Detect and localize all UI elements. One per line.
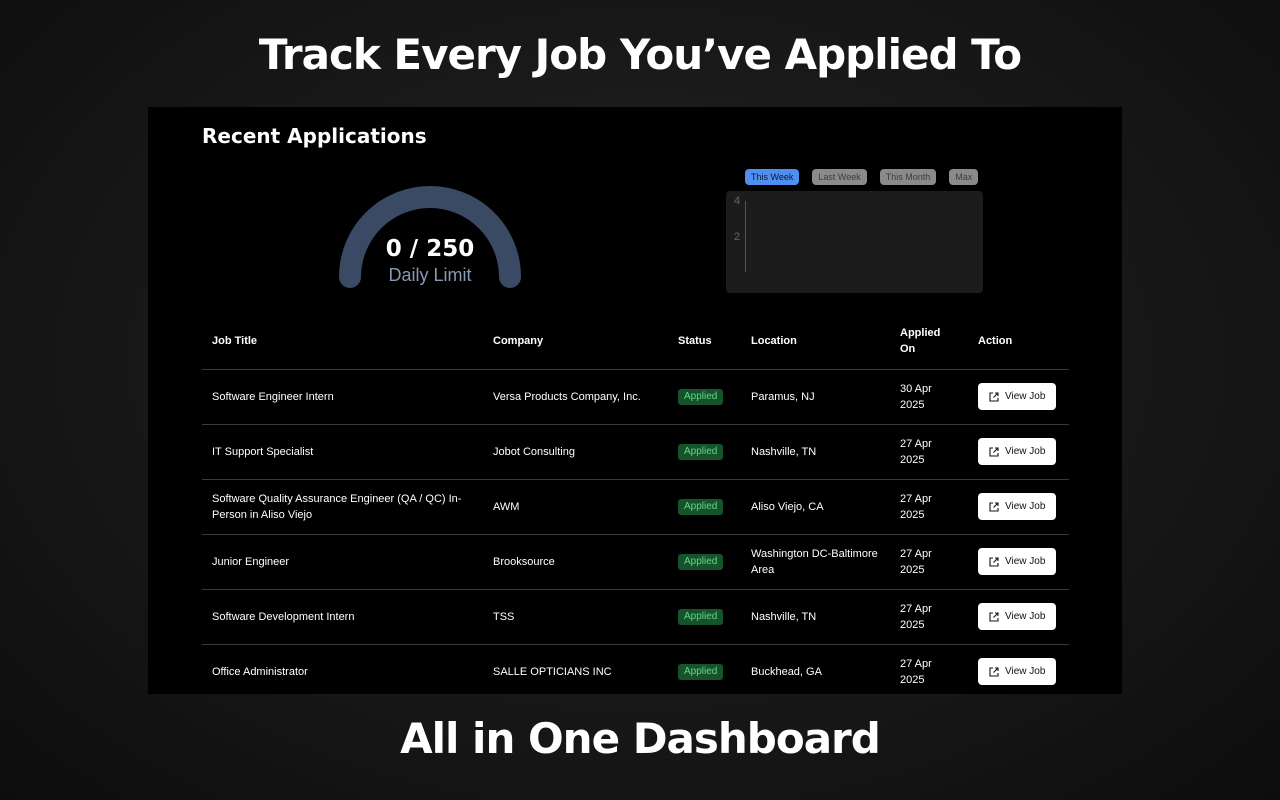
external-link-icon [989,501,999,512]
status-badge: Applied [678,554,724,570]
view-job-button[interactable]: View Job [978,603,1057,630]
tab-max[interactable]: Max [949,169,979,185]
header-status: Status [668,314,741,370]
range-tabs: This Week Last Week This Month Max [745,169,979,185]
company-cell: Jobot Consulting [483,424,668,480]
action-cell: View Job [968,589,1069,645]
applications-chart: 4 2 [726,191,983,293]
job-title-cell: IT Support Specialist [202,424,483,480]
tab-this-month[interactable]: This Month [879,169,937,185]
applied-date-cell: 27 Apr 2025 [890,644,968,694]
table-header-row: Job Title Company Status Location Applie… [202,314,1069,370]
y-tick-4: 4 [734,195,741,207]
location-cell: Nashville, TN [741,589,890,645]
company-cell: Versa Products Company, Inc. [483,369,668,425]
headline-top: Track Every Job You’ve Applied To [258,30,1022,79]
status-cell: Applied [668,369,741,425]
daily-limit-gauge: 0 / 250 Daily Limit [338,185,522,295]
applied-date-cell: 27 Apr 2025 [890,479,968,535]
header-job-title: Job Title [202,314,483,370]
job-title-cell: Office Administrator [202,644,483,694]
view-job-button[interactable]: View Job [978,658,1057,685]
table-row: Junior Engineer Brooksource Applied Wash… [202,534,1069,590]
dashboard-panel: Recent Applications 0 / 250 Daily Limit … [148,107,1122,694]
company-cell: Brooksource [483,534,668,590]
location-cell: Buckhead, GA [741,644,890,694]
external-link-icon [989,556,999,567]
header-action: Action [968,314,1069,370]
status-badge: Applied [678,499,724,515]
panel-title: Recent Applications [202,124,427,148]
gauge-value: 0 / 250 [385,236,475,262]
headline-bottom: All in One Dashboard [400,714,881,763]
location-cell: Aliso Viejo, CA [741,479,890,535]
view-job-label: View Job [1005,666,1046,677]
view-job-button[interactable]: View Job [978,493,1057,520]
external-link-icon [989,391,999,402]
view-job-label: View Job [1005,501,1046,512]
status-cell: Applied [668,589,741,645]
company-cell: TSS [483,589,668,645]
job-title-cell: Junior Engineer [202,534,483,590]
location-cell: Paramus, NJ [741,369,890,425]
table-row: IT Support Specialist Jobot Consulting A… [202,424,1069,480]
view-job-label: View Job [1005,611,1046,622]
company-cell: SALLE OPTICIANS INC [483,644,668,694]
status-cell: Applied [668,534,741,590]
view-job-label: View Job [1005,556,1046,567]
job-title-cell: Software Quality Assurance Engineer (QA … [202,479,483,535]
action-cell: View Job [968,479,1069,535]
table-row: Software Quality Assurance Engineer (QA … [202,479,1069,535]
table-row: Office Administrator SALLE OPTICIANS INC… [202,644,1069,694]
location-cell: Nashville, TN [741,424,890,480]
action-cell: View Job [968,534,1069,590]
action-cell: View Job [968,424,1069,480]
location-cell: Washington DC-Baltimore Area [741,534,890,590]
company-cell: AWM [483,479,668,535]
status-badge: Applied [678,444,724,460]
status-cell: Applied [668,424,741,480]
y-axis-line [745,201,746,272]
external-link-icon [989,446,999,457]
job-title-cell: Software Development Intern [202,589,483,645]
action-cell: View Job [968,644,1069,694]
status-badge: Applied [678,664,724,680]
view-job-button[interactable]: View Job [978,548,1057,575]
header-applied-on: Applied On [890,314,968,370]
action-cell: View Job [968,369,1069,425]
status-badge: Applied [678,389,724,405]
view-job-button[interactable]: View Job [978,438,1057,465]
view-job-label: View Job [1005,391,1046,402]
external-link-icon [989,666,999,677]
external-link-icon [989,611,999,622]
table-row: Software Engineer Intern Versa Products … [202,369,1069,425]
header-company: Company [483,314,668,370]
view-job-label: View Job [1005,446,1046,457]
y-tick-2: 2 [734,231,741,243]
applied-date-cell: 27 Apr 2025 [890,589,968,645]
tab-last-week[interactable]: Last Week [812,169,867,185]
table-row: Software Development Intern TSS Applied … [202,589,1069,645]
applied-date-cell: 30 Apr 2025 [890,369,968,425]
tab-this-week[interactable]: This Week [745,169,800,185]
status-cell: Applied [668,479,741,535]
header-location: Location [741,314,890,370]
status-cell: Applied [668,644,741,694]
applications-table: Job Title Company Status Location Applie… [202,314,1069,694]
status-badge: Applied [678,609,724,625]
applied-date-cell: 27 Apr 2025 [890,534,968,590]
view-job-button[interactable]: View Job [978,383,1057,410]
job-title-cell: Software Engineer Intern [202,369,483,425]
gauge-label: Daily Limit [388,265,472,285]
applied-date-cell: 27 Apr 2025 [890,424,968,480]
